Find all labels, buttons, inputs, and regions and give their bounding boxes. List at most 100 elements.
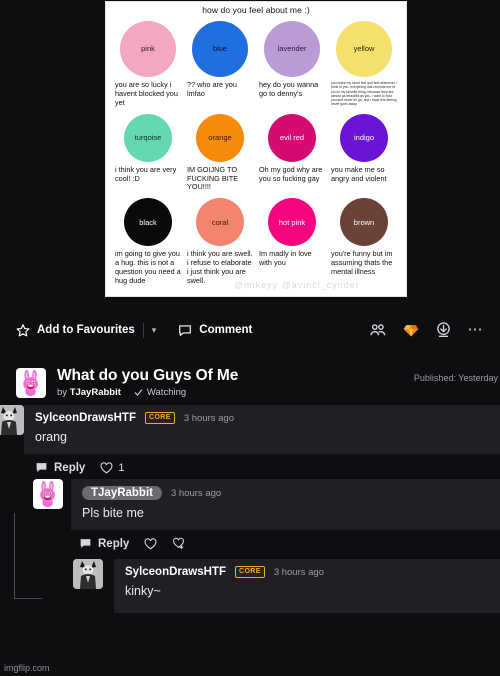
meme-watermark: @mikeyy @avinci_cynder [234, 280, 360, 290]
meme-bubble: turqoise [124, 113, 172, 162]
reply-icon [79, 537, 92, 550]
comment-actions: Reply [33, 530, 500, 550]
action-bar: Add to Favourites ▾ Comment ⋯ [0, 300, 500, 360]
comment-row: SylceonDrawsHTF CORE 3 hours ago kinky~ [73, 559, 500, 613]
add-to-favourites-label: Add to Favourites [37, 324, 135, 336]
comment-button[interactable]: Comment [178, 323, 252, 337]
page-root: how do you feel about me :) pink you are … [0, 0, 500, 676]
reply-label: Reply [54, 461, 86, 474]
meme-cell: orange IM GOIJNG TO FUCKING BITE YOU!!!! [184, 108, 256, 193]
meme-bubble: pink [120, 21, 176, 77]
comment-row: SylceonDrawsHTF CORE 3 hours ago orang [0, 405, 500, 454]
post-byline[interactable]: by TJayRabbit [57, 387, 121, 398]
meme-cell-text: ?? who are you lmfao [187, 80, 237, 98]
comment-username[interactable]: TJayRabbit [82, 486, 162, 500]
chevron-down-icon[interactable]: ▾ [152, 325, 157, 335]
reply-icon [35, 461, 48, 474]
meme-cell: blue ?? who are you lmfao [184, 15, 256, 108]
comment-row: TJayRabbit 3 hours ago Pls bite me [33, 479, 500, 530]
post-author-avatar[interactable] [16, 367, 46, 398]
meme-bubble: black [124, 198, 172, 247]
meme-bubble: hot pink [268, 198, 316, 247]
meme-cell-text: i think you are very cool! :D [115, 164, 177, 183]
published-date: Published: Yesterday [413, 373, 498, 383]
comments-section: SylceonDrawsHTF CORE 3 hours ago orang R… [0, 405, 500, 613]
comment-text: Pls bite me [82, 506, 144, 520]
watching-label: Watching [146, 386, 187, 398]
meme-bubble: brown [340, 198, 388, 247]
comment-avatar[interactable] [33, 479, 63, 509]
meme-bubble: coral [196, 198, 244, 247]
meme-cell: black im going to give you a hug. this is… [112, 192, 184, 286]
meme-cell: indigo you make me so angry and violent [328, 108, 400, 193]
comment-avatar[interactable] [0, 405, 24, 435]
comment-text: orang [35, 430, 67, 444]
meme-bubble-label: pink [141, 44, 155, 54]
meme-bubble-label: yellow [353, 44, 375, 54]
meme-bubble-label: turqoise [134, 132, 162, 142]
comment-timestamp: 3 hours ago [171, 487, 222, 499]
reply-button[interactable]: Reply [79, 537, 129, 550]
post-media[interactable]: how do you feel about me :) pink you are … [0, 0, 500, 300]
core-badge: CORE [234, 566, 265, 578]
download-icon[interactable] [436, 322, 451, 338]
heart-icon [100, 461, 113, 474]
comment-thread-2: TJayRabbit 3 hours ago Pls bite me Reply [0, 479, 500, 599]
page-title: What do you Guys Of Me [57, 367, 239, 385]
meme-cell-text: you are so lucky i havent blocked you ye… [115, 80, 178, 107]
meme-bubble: blue [192, 21, 248, 77]
meme-bubble-label: hot pink [278, 217, 306, 227]
reply-button[interactable]: Reply [35, 461, 85, 474]
comment-thread-3: SylceonDrawsHTF CORE 3 hours ago kinky~ [0, 559, 500, 613]
meme-image[interactable]: how do you feel about me :) pink you are … [105, 1, 407, 297]
comment-icon [178, 323, 192, 337]
meme-bubble-label: black [139, 217, 157, 227]
add-to-favourites-button[interactable]: Add to Favourites [16, 323, 135, 337]
check-icon [134, 388, 143, 397]
comment-body: SylceonDrawsHTF CORE 3 hours ago kinky~ [114, 559, 500, 613]
meme-bubble-label: blue [212, 44, 228, 54]
gem-icon[interactable] [403, 323, 419, 338]
comment-label: Comment [199, 324, 253, 336]
comment-header: TJayRabbit 3 hours ago [82, 486, 489, 500]
reply-label: Reply [98, 537, 130, 550]
meme-bubble: lavender [264, 21, 320, 77]
add-reaction-icon[interactable] [172, 537, 185, 550]
meme-title: how do you feel about me :) [202, 5, 310, 15]
comment-username[interactable]: SylceonDrawsHTF [125, 566, 226, 578]
group-icon[interactable] [369, 323, 386, 338]
rabbit-avatar-icon [17, 368, 45, 397]
comment-text: kinky~ [125, 584, 161, 598]
post-subline: by TJayRabbit Watching [57, 387, 238, 398]
sylceon-avatar-icon [73, 559, 103, 589]
meme-cell-text: im going to give you a hug. this is not … [115, 249, 181, 286]
heart-icon[interactable] [144, 537, 157, 550]
comment-actions: Reply 1 [0, 454, 500, 474]
like-button[interactable]: 1 [100, 462, 124, 474]
meme-cell-text: IM GOIJNG TO FUCKING BITE YOU!!!! [187, 164, 239, 192]
post-title-block: What do you Guys Of Me by TJayRabbit Wat… [57, 367, 238, 398]
meme-cell-text: you're funny but im assuming thats the m… [331, 249, 393, 277]
comment-body: SylceonDrawsHTF CORE 3 hours ago orang [24, 405, 500, 454]
meme-cell: yellow you make my heart feel and feel wh… [328, 15, 400, 108]
comment-avatar[interactable] [73, 559, 103, 589]
meme-bubble-label: orange [208, 132, 232, 142]
meme-cell-text: you make me so angry and violent [331, 164, 387, 183]
post-header: What do you Guys Of Me by TJayRabbit Wat… [0, 360, 500, 405]
meme-bubble-label: indigo [353, 132, 375, 142]
meme-grid: pink you are so lucky i havent blocked yo… [106, 15, 406, 286]
meme-bubble: indigo [340, 113, 388, 162]
comment-username[interactable]: SylceonDrawsHTF [35, 412, 136, 424]
meme-cell: lavender hey do you wanna go to denny's [256, 15, 328, 108]
more-icon[interactable]: ⋯ [468, 322, 485, 337]
star-icon [16, 323, 30, 337]
meme-bubble-label: lavender [277, 44, 307, 54]
comment-thread-1: SylceonDrawsHTF CORE 3 hours ago orang R… [0, 405, 500, 474]
meme-cell: coral i think you are swell. i refuse to … [184, 192, 256, 286]
comment-timestamp: 3 hours ago [183, 412, 234, 424]
like-count: 1 [118, 461, 125, 474]
meme-cell: turqoise i think you are very cool! :D [112, 108, 184, 193]
watching-status[interactable]: Watching [134, 387, 186, 398]
meme-cell: brown you're funny but im assuming thats … [328, 192, 400, 286]
comment-header: SylceonDrawsHTF CORE 3 hours ago [35, 412, 489, 424]
